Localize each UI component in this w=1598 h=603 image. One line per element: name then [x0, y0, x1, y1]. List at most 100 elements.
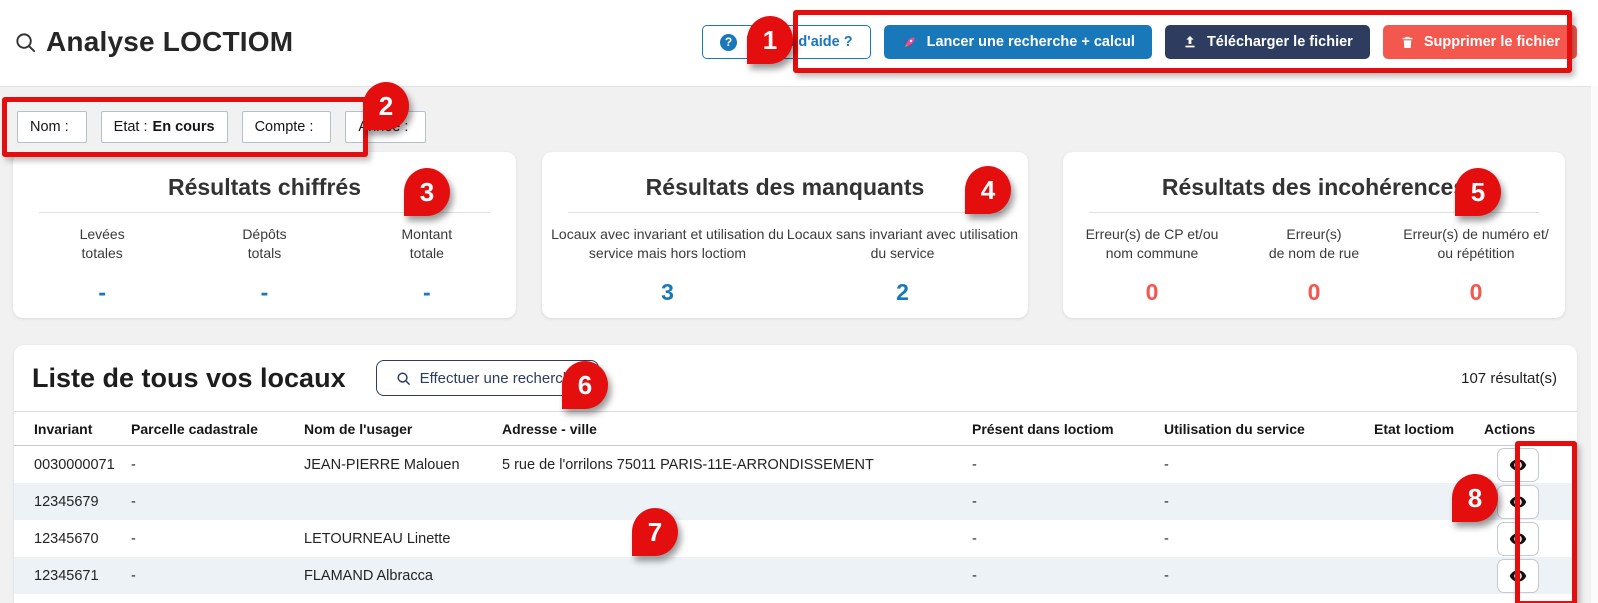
list-search-button-label: Effectuer une recherche [420, 370, 580, 387]
cell-utilisation: - [1164, 520, 1374, 557]
view-row-button[interactable] [1497, 522, 1539, 556]
card-resultats-incoherences: Résultats des incohérences Erreur(s) de … [1063, 152, 1565, 318]
cell-nom: FLAMAND Albracca [304, 557, 502, 594]
scrollbar-track[interactable] [1591, 86, 1598, 603]
stat-label: Locaux avec invariant et utilisation du … [550, 225, 785, 263]
page-title-wrap: Analyse LOCTIOM [14, 26, 293, 58]
view-row-button[interactable] [1497, 485, 1539, 519]
filter-chip-etat: Etat : En cours [101, 111, 228, 143]
cell-actions [1484, 520, 1577, 557]
locaux-table: Invariant Parcelle cadastrale Nom de l'u… [14, 411, 1577, 594]
card-divider [568, 212, 1002, 213]
launch-search-calc-button[interactable]: Lancer une recherche + calcul [884, 25, 1152, 59]
stat-value: - [346, 279, 508, 306]
list-search-button[interactable]: Effectuer une recherche [376, 360, 600, 396]
filter-chip-nom: Nom : [17, 111, 87, 143]
trash-icon [1400, 35, 1415, 50]
cell-nom: LETOURNEAU Linette [304, 520, 502, 557]
stat-label: Dépôts totals [183, 225, 345, 263]
view-row-button[interactable] [1497, 448, 1539, 482]
topbar: Analyse LOCTIOM ? Besoin d'aide ? Lancer… [0, 0, 1598, 87]
col-utilisation-service: Utilisation du service [1164, 412, 1374, 446]
stat-locaux-sans-invariant: Locaux sans invariant avec utilisation d… [785, 225, 1020, 306]
cell-invariant: 12345671 [14, 557, 131, 594]
cell-adresse [502, 483, 972, 520]
eye-icon [1509, 493, 1527, 511]
search-icon [396, 371, 411, 386]
stat-label: Erreur(s) de numéro et/ ou répétition [1395, 225, 1557, 263]
analyse-loctiom-page: Analyse LOCTIOM ? Besoin d'aide ? Lancer… [0, 0, 1598, 603]
cell-etat [1374, 483, 1484, 520]
locaux-list-card: Liste de tous vos locaux Effectuer une r… [14, 345, 1577, 603]
list-title: Liste de tous vos locaux [32, 363, 346, 394]
upload-icon [1182, 34, 1198, 50]
card-title: Résultats chiffrés [13, 174, 516, 201]
card-divider [39, 212, 490, 213]
result-count: 107 résultat(s) [1461, 370, 1557, 387]
cell-nom: JEAN-PIERRE Malouen [304, 446, 502, 484]
card-divider [1089, 212, 1539, 213]
cell-etat [1374, 446, 1484, 484]
cell-invariant: 12345679 [14, 483, 131, 520]
chip-label: Nom : [30, 119, 69, 135]
stat-label: Erreur(s) de nom de rue [1233, 225, 1395, 263]
download-file-button[interactable]: Télécharger le fichier [1165, 25, 1370, 59]
table-header-row: Invariant Parcelle cadastrale Nom de l'u… [14, 412, 1577, 446]
card-resultats-manquants: Résultats des manquants Locaux avec inva… [542, 152, 1028, 318]
stat-label: Levées totales [21, 225, 183, 263]
cell-nom [304, 483, 502, 520]
cell-adresse [502, 557, 972, 594]
stat-montant-totale: Montant totale - [346, 225, 508, 306]
table-row: 12345679 - - - [14, 483, 1577, 520]
col-etat-loctiom: Etat loctiom [1374, 412, 1484, 446]
table-row: 0030000071 - JEAN-PIERRE Malouen 5 rue d… [14, 446, 1577, 484]
download-button-label: Télécharger le fichier [1207, 34, 1353, 50]
stat-erreurs-numero-repetition: Erreur(s) de numéro et/ ou répétition 0 [1395, 225, 1557, 306]
cell-parcelle: - [131, 520, 304, 557]
table-row: 12345670 - LETOURNEAU Linette - - [14, 520, 1577, 557]
cell-adresse [502, 520, 972, 557]
cell-actions [1484, 557, 1577, 594]
stat-value: - [21, 279, 183, 306]
cell-utilisation: - [1164, 557, 1374, 594]
stat-locaux-avec-invariant: Locaux avec invariant et utilisation du … [550, 225, 785, 306]
cell-present: - [972, 446, 1164, 484]
stat-label: Montant totale [346, 225, 508, 263]
cell-present: - [972, 557, 1164, 594]
table-row: 12345671 - FLAMAND Albracca - - [14, 557, 1577, 594]
summary-cards: Résultats chiffrés Levées totales - Dépô… [13, 152, 1565, 318]
chip-value: En cours [153, 119, 215, 135]
stat-erreurs-cp-commune: Erreur(s) de CP et/ou nom commune 0 [1071, 225, 1233, 306]
filter-chips: Nom : Etat : En cours Compte : Année : [17, 111, 426, 143]
list-header: Liste de tous vos locaux Effectuer une r… [14, 345, 1577, 411]
launch-button-label: Lancer une recherche + calcul [927, 34, 1135, 50]
filter-chip-compte: Compte : [242, 111, 332, 143]
stat-value: 3 [550, 279, 785, 306]
col-actions: Actions [1484, 412, 1577, 446]
view-row-button[interactable] [1497, 559, 1539, 593]
cell-present: - [972, 520, 1164, 557]
cell-parcelle: - [131, 557, 304, 594]
page-title: Analyse LOCTIOM [46, 26, 293, 58]
help-button-label: Besoin d'aide ? [746, 34, 853, 50]
cell-adresse: 5 rue de l'orrilons 75011 PARIS-11E-ARRO… [502, 446, 972, 484]
stat-value: 0 [1071, 279, 1233, 306]
help-circle-icon: ? [720, 34, 737, 51]
cell-utilisation: - [1164, 483, 1374, 520]
chip-label: Année : [358, 119, 408, 135]
eye-icon [1509, 530, 1527, 548]
chip-label: Etat : [114, 119, 148, 135]
delete-file-button[interactable]: Supprimer le fichier [1383, 25, 1577, 59]
search-icon [14, 31, 37, 54]
cell-actions [1484, 483, 1577, 520]
chip-label: Compte : [255, 119, 314, 135]
stat-levees-totales: Levées totales - [21, 225, 183, 306]
stat-label: Locaux sans invariant avec utilisation d… [785, 225, 1020, 263]
stat-label: Erreur(s) de CP et/ou nom commune [1071, 225, 1233, 263]
cell-invariant: 12345670 [14, 520, 131, 557]
stat-erreurs-nom-rue: Erreur(s) de nom de rue 0 [1233, 225, 1395, 306]
help-button[interactable]: ? Besoin d'aide ? [702, 25, 871, 59]
col-present-loctiom: Présent dans loctiom [972, 412, 1164, 446]
filter-chip-annee: Année : [345, 111, 426, 143]
cell-invariant: 0030000071 [14, 446, 131, 484]
